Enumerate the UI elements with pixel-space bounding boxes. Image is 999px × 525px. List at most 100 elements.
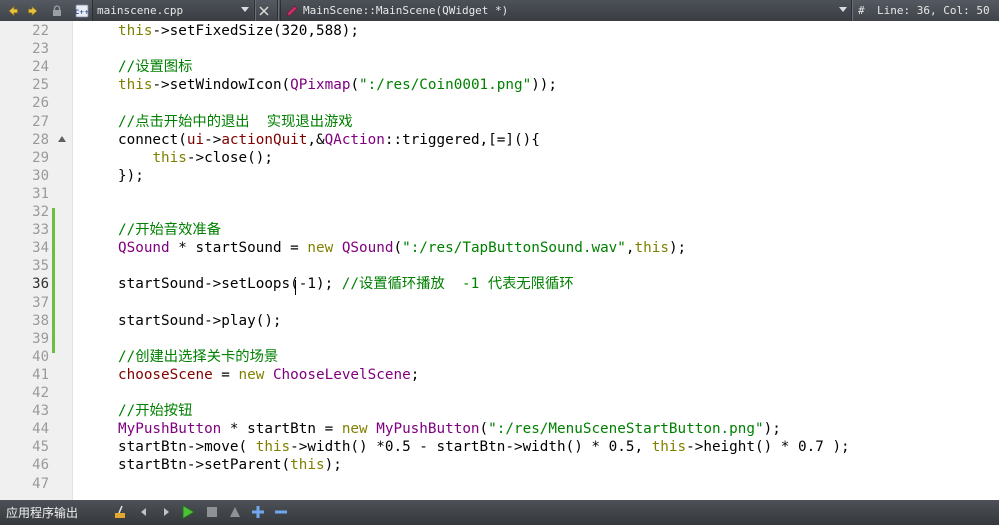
zoom-out-icon[interactable]: [273, 504, 289, 520]
code-token: (: [350, 77, 360, 94]
code-text: startSound->setLoops(-1); //设置循环播放 -1 代表…: [118, 275, 574, 293]
code-line[interactable]: 42: [0, 384, 999, 402]
line-number: 47: [32, 475, 49, 492]
line-number: 41: [32, 366, 49, 383]
broom-icon[interactable]: [112, 504, 128, 520]
code-line[interactable]: 31: [0, 185, 999, 203]
cursor-position[interactable]: Line: 36, Col: 50: [877, 0, 990, 21]
code-editor[interactable]: 22 this->setFixedSize(320,588); 23 24//设置图标…: [0, 21, 999, 500]
code-token: ->setWindowIcon(: [152, 77, 291, 94]
symbol-name: MainScene::MainScene(QWidget *): [303, 4, 509, 17]
code-line[interactable]: 35: [0, 257, 999, 275]
code-token: QAction: [324, 131, 385, 148]
code-line[interactable]: 28 connect(ui->actionQuit,&QAction::trigg…: [0, 131, 999, 149]
code-token: //设置循环播放 -1 代表无限循环: [341, 276, 574, 293]
code-token: this: [290, 457, 325, 474]
next-icon[interactable]: [158, 504, 174, 520]
code-line[interactable]: 24 //设置图标: [0, 58, 999, 76]
code-line[interactable]: 44 MyPushButton * startBtn = new MyPushBu…: [0, 420, 999, 438]
code-text: chooseScene = new ChooseLevelScene;: [118, 366, 419, 384]
lock-icon[interactable]: [48, 0, 66, 21]
text-cursor: [295, 280, 296, 295]
code-token: ":/res/TapButtonSound.wav": [402, 240, 626, 257]
code-token: this: [118, 77, 153, 94]
code-line[interactable]: 25 this->setWindowIcon(QPixmap(":/res/Coi…: [0, 76, 999, 94]
attach-icon[interactable]: [227, 504, 243, 520]
code-line[interactable]: 27 //点击开始中的退出 实现退出游戏: [0, 113, 999, 131]
run-icon[interactable]: [180, 504, 196, 520]
code-text: this->setFixedSize(320,588);: [118, 22, 359, 40]
code-text: });: [118, 167, 144, 185]
code-line[interactable]: 23: [0, 40, 999, 58]
code-token: });: [118, 167, 144, 184]
back-arrow-icon[interactable]: [4, 0, 22, 21]
code-token: //点击开始中的退出 实现退出游戏: [118, 113, 353, 130]
code-token: ));: [531, 77, 558, 94]
code-line[interactable]: 37: [0, 294, 999, 312]
code-line[interactable]: 22 this->setFixedSize(320,588);: [0, 22, 999, 40]
pencil-icon: [285, 4, 301, 18]
line-number: 40: [32, 348, 49, 365]
code-token: //设置图标: [118, 59, 193, 76]
code-text: //设置图标: [118, 58, 192, 76]
code-line[interactable]: 26: [0, 94, 999, 112]
code-token: this: [634, 240, 669, 257]
code-line[interactable]: 38 startSound->play();: [0, 312, 999, 330]
stop-icon[interactable]: [204, 504, 220, 520]
code-token: );: [324, 457, 342, 474]
code-token: this: [118, 23, 153, 39]
file-selector[interactable]: mainscene.cpp: [92, 0, 253, 21]
close-icon[interactable]: [257, 0, 271, 21]
line-number: 38: [32, 312, 49, 329]
code-text: this->setWindowIcon(QPixmap(":/res/Coin0…: [118, 76, 557, 94]
code-line[interactable]: 47: [0, 475, 999, 493]
code-line[interactable]: 33 //开始音效准备: [0, 221, 999, 239]
previous-icon[interactable]: [136, 504, 152, 520]
code-token: //开始按钮: [118, 403, 193, 420]
code-line[interactable]: 46 startBtn->setParent(this);: [0, 456, 999, 474]
code-line[interactable]: 32: [0, 203, 999, 221]
code-token: ->setFixedSize(320,588);: [152, 23, 360, 39]
line-number: 27: [32, 113, 49, 130]
code-text: QSound * startSound = new QSound(":/res/…: [118, 239, 686, 257]
code-line[interactable]: 40 //创建出选择关卡的场景: [0, 348, 999, 366]
code-token: ChooseLevelScene: [272, 366, 411, 383]
code-line[interactable]: 29 this->close();: [0, 149, 999, 167]
code-text: //点击开始中的退出 实现退出游戏: [118, 113, 353, 131]
line-number: 46: [32, 457, 49, 474]
line-number: 35: [32, 258, 49, 275]
line-number: 32: [32, 204, 49, 220]
code-token: ;: [410, 366, 420, 383]
chevron-down-icon: [241, 7, 249, 12]
fold-marker-icon[interactable]: [58, 135, 66, 142]
code-text: connect(ui->actionQuit,&QAction::trigger…: [118, 131, 540, 149]
code-line[interactable]: 45 startBtn->move( this->width() *0.5 - s…: [0, 438, 999, 456]
code-line[interactable]: 34 QSound * startSound = new QSound(":/re…: [0, 239, 999, 257]
code-line[interactable]: 39: [0, 330, 999, 348]
code-token: QSound: [341, 240, 394, 257]
code-line[interactable]: 36 startSound->setLoops(-1); //设置循环播放 -1 …: [0, 275, 999, 293]
line-number: 43: [32, 403, 49, 420]
code-token: ,&: [307, 131, 325, 148]
code-token: * startBtn =: [221, 421, 342, 438]
forward-arrow-icon[interactable]: [24, 0, 42, 21]
hash-label: #: [858, 4, 865, 17]
code-token: MyPushButton: [376, 421, 480, 438]
symbol-selector[interactable]: MainScene::MainScene(QWidget *): [280, 0, 851, 21]
line-number: 28: [32, 131, 49, 148]
code-line[interactable]: 30});: [0, 167, 999, 185]
editor-toolbar: C++ mainscene.cpp MainScene::MainScene(Q…: [0, 0, 999, 21]
line-number: 26: [32, 95, 49, 112]
code-token: );: [668, 240, 687, 257]
code-token: MyPushButton: [118, 421, 222, 438]
code-line[interactable]: 43 //开始按钮: [0, 402, 999, 420]
code-line[interactable]: 41 chooseScene = new ChooseLevelScene;: [0, 366, 999, 384]
zoom-in-icon[interactable]: [250, 504, 266, 520]
line-number: 25: [32, 77, 49, 94]
code-token: ->height() * 0.7 );: [686, 439, 850, 456]
app-output-label[interactable]: 应用程序输出: [6, 500, 78, 525]
code-token: QPixmap: [290, 77, 351, 94]
code-token: ,: [625, 240, 635, 257]
